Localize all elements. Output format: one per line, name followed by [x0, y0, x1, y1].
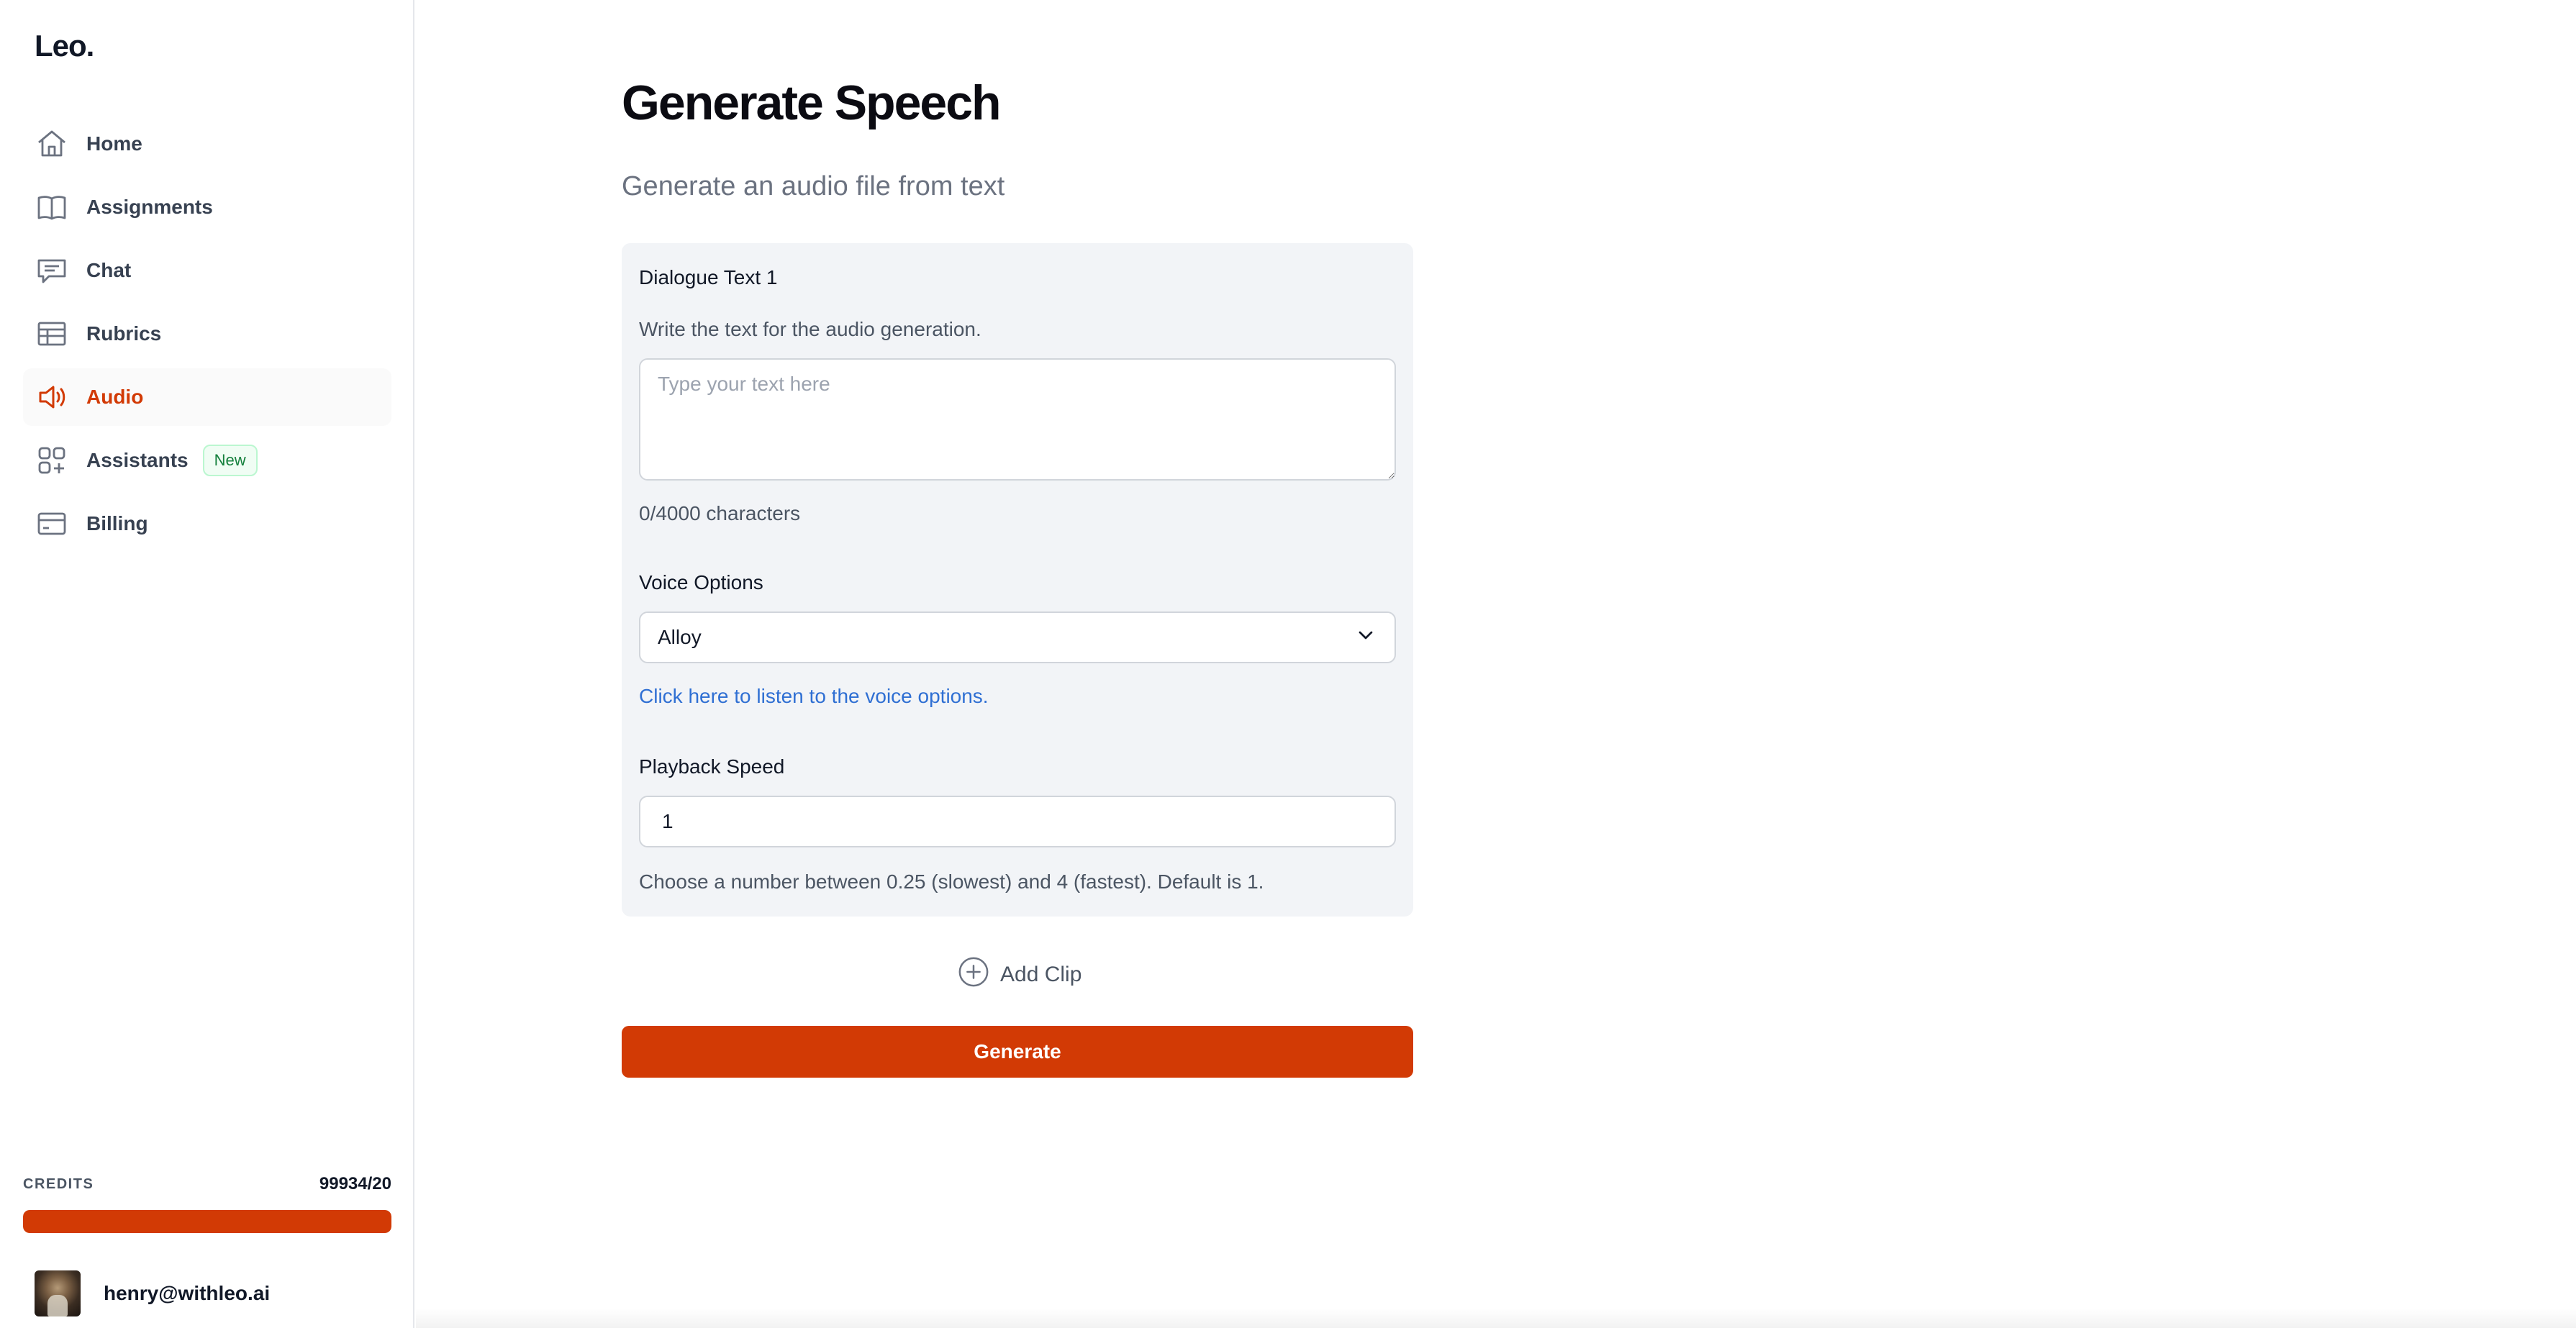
avatar — [35, 1270, 81, 1316]
dialogue-label: Dialogue Text 1 — [639, 266, 778, 288]
add-clip-button[interactable]: Add Clip — [957, 955, 1081, 994]
logo[interactable]: Leo. — [35, 29, 94, 63]
sidebar-item-assistants[interactable]: Assistants New — [23, 432, 391, 489]
main-content: Generate Speech Generate an audio file f… — [416, 0, 2576, 1328]
sidebar-item-audio[interactable]: Audio — [23, 368, 391, 426]
page-subtitle: Generate an audio file from text — [622, 171, 1005, 201]
character-counter: 0/4000 characters — [639, 502, 801, 524]
sidebar-item-label: Rubrics — [86, 322, 162, 345]
sidebar-item-label: Audio — [86, 386, 144, 408]
chevron-down-icon — [1354, 624, 1377, 652]
sidebar-item-label: Assistants — [86, 449, 189, 471]
credits-panel: CREDITS 99934/20 — [23, 1174, 391, 1233]
user-email: henry@withleo.ai — [104, 1282, 271, 1304]
voice-select[interactable]: Alloy — [639, 611, 1396, 663]
new-badge: New — [202, 445, 258, 476]
sidebar-item-label: Assignments — [86, 196, 213, 218]
credits-label: CREDITS — [23, 1175, 94, 1192]
sidebar-item-label: Billing — [86, 512, 148, 535]
home-icon — [35, 127, 69, 161]
speaker-icon — [35, 380, 69, 414]
sidebar-item-billing[interactable]: Billing — [23, 495, 391, 552]
dialogue-helper: Write the text for the audio generation. — [639, 318, 981, 340]
credits-progress-fill — [23, 1210, 391, 1233]
book-icon — [35, 190, 69, 224]
page-title: Generate Speech — [622, 76, 1002, 130]
credits-progress-bar — [23, 1210, 391, 1233]
clip-card: Dialogue Text 1 Write the text for the a… — [622, 243, 1413, 917]
sidebar-nav: Home Assignments Chat Rubrics Audio Assi… — [23, 115, 391, 558]
sidebar: Leo. Home Assignments Chat Rubrics Audio… — [0, 0, 414, 1328]
voice-select-value: Alloy — [658, 626, 702, 648]
credit-card-icon — [35, 506, 69, 541]
generate-button[interactable]: Generate — [622, 1026, 1413, 1078]
playback-speed-label: Playback Speed — [639, 755, 785, 778]
playback-speed-input[interactable] — [639, 796, 1396, 847]
add-clip-label: Add Clip — [1000, 963, 1082, 986]
plus-circle-icon — [957, 955, 1000, 994]
chat-icon — [35, 253, 69, 288]
sidebar-item-rubrics[interactable]: Rubrics — [23, 305, 391, 363]
app-root: Leo. Home Assignments Chat Rubrics Audio… — [0, 0, 2576, 1328]
voice-options-link[interactable]: Click here to listen to the voice option… — [639, 685, 989, 708]
sidebar-item-home[interactable]: Home — [23, 115, 391, 173]
voice-options-label: Voice Options — [639, 571, 763, 593]
sidebar-item-label: Home — [86, 132, 142, 155]
user-profile[interactable]: henry@withleo.ai — [35, 1270, 270, 1316]
grid-plus-icon — [35, 443, 69, 478]
table-icon — [35, 317, 69, 351]
playback-speed-helper: Choose a number between 0.25 (slowest) a… — [639, 870, 1264, 893]
sidebar-item-label: Chat — [86, 259, 132, 281]
bottom-shadow — [416, 1308, 2576, 1328]
credits-value: 99934/20 — [319, 1174, 391, 1193]
sidebar-item-chat[interactable]: Chat — [23, 242, 391, 299]
credits-row: CREDITS 99934/20 — [23, 1174, 391, 1194]
sidebar-item-assignments[interactable]: Assignments — [23, 178, 391, 236]
dialogue-textarea[interactable] — [639, 358, 1396, 481]
